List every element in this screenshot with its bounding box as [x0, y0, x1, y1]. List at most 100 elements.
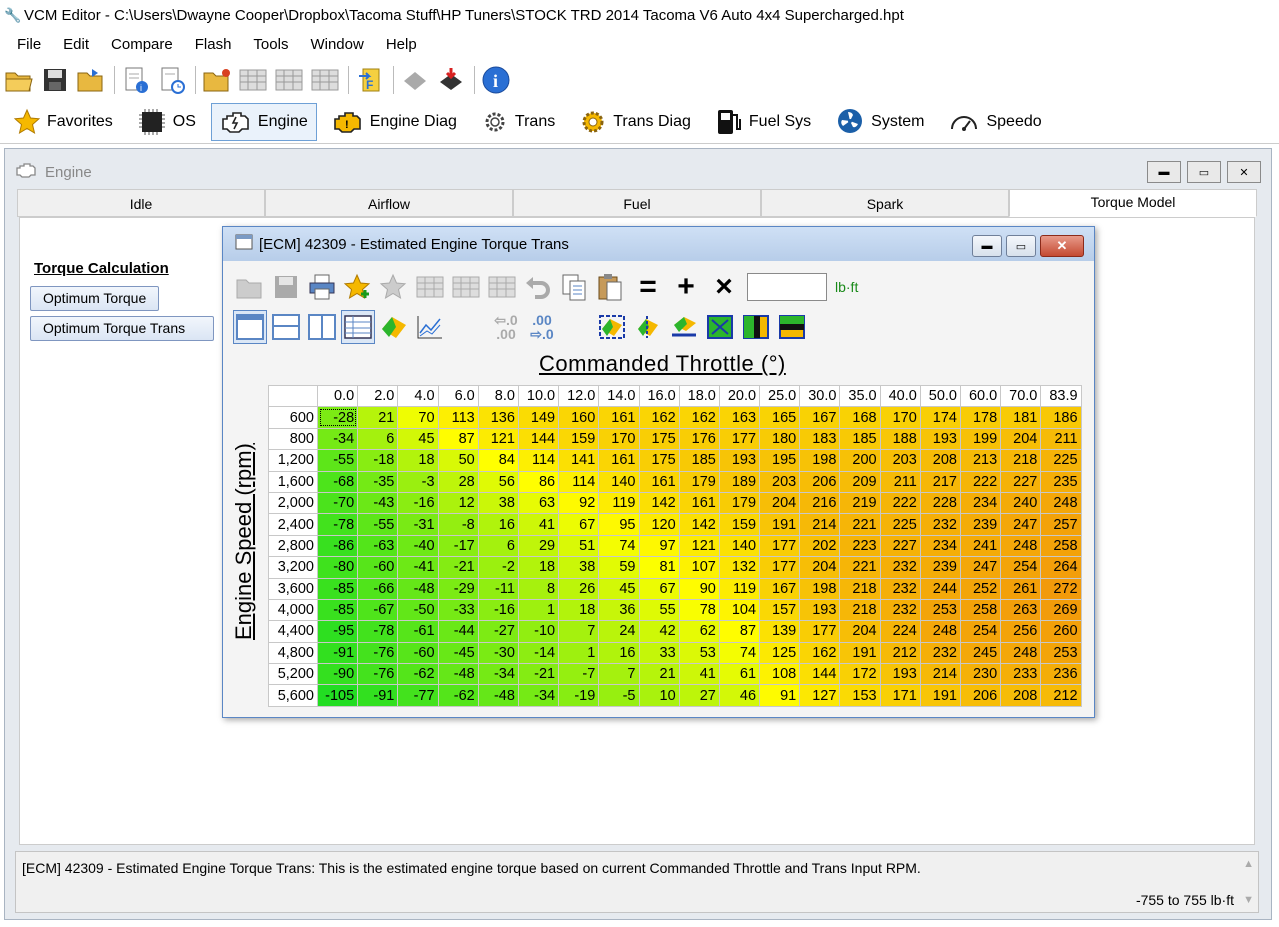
table-cell[interactable]: 227 [879, 534, 921, 558]
table-cell[interactable]: 258 [959, 598, 1002, 622]
table-cell[interactable]: 67 [558, 513, 600, 536]
table-cell[interactable]: 170 [598, 427, 640, 451]
decimals-decrease-icon[interactable]: ⇦.0.00 [489, 310, 523, 344]
table-cell[interactable]: 177 [759, 556, 801, 579]
interpolate-icon[interactable] [667, 310, 701, 344]
table-cell[interactable]: 142 [678, 513, 720, 536]
table-cell[interactable]: 63 [517, 491, 560, 515]
table-cell[interactable]: 223 [839, 534, 881, 558]
table-cell[interactable]: -60 [357, 556, 399, 579]
close-button[interactable]: ✕ [1227, 161, 1261, 183]
table-cell[interactable]: -85 [316, 598, 359, 622]
table-cell[interactable]: 70 [397, 406, 439, 429]
table-cell[interactable]: 206 [799, 470, 841, 493]
table-cell[interactable]: 92 [558, 491, 600, 515]
table-view-icon[interactable] [341, 310, 375, 344]
table-cell[interactable]: 212 [879, 641, 921, 665]
tab-fuel[interactable]: Fuel [513, 189, 761, 217]
table-cell[interactable]: 41 [517, 513, 560, 536]
table-cell[interactable]: 214 [799, 513, 841, 536]
row-header[interactable]: 4,000 [268, 598, 318, 622]
read-vehicle-icon[interactable] [398, 63, 432, 97]
column-header[interactable]: 14.0 [598, 384, 640, 408]
table-cell[interactable]: 121 [678, 534, 720, 558]
row-header[interactable]: 3,600 [268, 577, 318, 600]
table-cell[interactable]: 144 [517, 427, 560, 451]
column-header[interactable]: 83.9 [1040, 384, 1082, 408]
table-cell[interactable]: 139 [759, 620, 801, 643]
table-cell[interactable]: 261 [1000, 577, 1042, 600]
column-header[interactable]: 70.0 [1000, 384, 1042, 408]
table-cell[interactable]: 27 [678, 684, 720, 707]
table-cell[interactable]: 162 [799, 641, 841, 665]
table-cell[interactable]: 257 [1040, 513, 1082, 536]
table-cell[interactable]: 198 [799, 577, 841, 600]
table-cell[interactable]: -27 [477, 620, 519, 643]
menu-compare[interactable]: Compare [100, 36, 184, 53]
table-cell[interactable]: 199 [959, 427, 1002, 451]
table-cell[interactable]: 18 [397, 449, 439, 472]
column-header[interactable]: 16.0 [638, 384, 680, 408]
table-cell[interactable]: 179 [678, 470, 720, 493]
table-cell[interactable]: 191 [759, 513, 801, 536]
smooth-icon[interactable] [631, 310, 665, 344]
table-cell[interactable]: 195 [759, 449, 801, 472]
table-cell[interactable]: 248 [1000, 534, 1042, 558]
table-cell[interactable]: -105 [316, 684, 359, 707]
table-cell[interactable]: 136 [477, 406, 519, 429]
table-cell[interactable]: 217 [919, 470, 962, 493]
table-cell[interactable]: 248 [919, 620, 962, 643]
table-cell[interactable]: -44 [437, 620, 479, 643]
table-cell[interactable]: 185 [678, 449, 720, 472]
table-cell[interactable]: 247 [1000, 513, 1042, 536]
table-cell[interactable]: 204 [839, 620, 881, 643]
table-cell[interactable]: -14 [517, 641, 560, 665]
table-cell[interactable]: 157 [759, 598, 801, 622]
optimum-torque-button[interactable]: Optimum Torque [30, 286, 160, 311]
table-cell[interactable]: -86 [316, 534, 359, 558]
table-cell[interactable]: 214 [919, 663, 962, 686]
table-cell[interactable]: 167 [759, 577, 801, 600]
table-cell[interactable]: 113 [437, 406, 479, 429]
table-cell[interactable]: 18 [517, 556, 560, 579]
table-cell[interactable]: -28 [316, 406, 359, 429]
open-recent-icon[interactable] [74, 63, 108, 97]
table-cell[interactable]: 204 [799, 556, 841, 579]
table-cell[interactable]: 107 [678, 556, 720, 579]
table-cell[interactable]: 211 [1040, 427, 1082, 451]
file-info-icon[interactable]: i [119, 63, 153, 97]
tab-idle[interactable]: Idle [17, 189, 265, 217]
table-cell[interactable]: -48 [397, 577, 439, 600]
scroll-down-icon[interactable]: ▼ [1243, 894, 1254, 906]
set-equal-icon[interactable]: = [629, 270, 667, 304]
table-cell[interactable]: 84 [477, 449, 519, 472]
add-icon[interactable]: + [667, 270, 705, 304]
table-cell[interactable]: 258 [1040, 534, 1082, 558]
table-cell[interactable]: -50 [397, 598, 439, 622]
add-favorite-icon[interactable] [341, 270, 375, 304]
row-header[interactable]: 800 [268, 427, 318, 451]
table-cell[interactable]: 159 [718, 513, 761, 536]
table-cell[interactable]: 228 [919, 491, 962, 515]
3d-surface-icon[interactable] [377, 310, 411, 344]
table-cell[interactable]: 230 [959, 663, 1002, 686]
table-cell[interactable]: 28 [437, 470, 479, 493]
table-cell[interactable]: 177 [759, 534, 801, 558]
nav-favorites[interactable]: Favorites [4, 103, 122, 141]
table-cell[interactable]: 46 [718, 684, 761, 707]
table-cell[interactable]: 36 [598, 598, 640, 622]
split-vertical-icon[interactable] [305, 310, 339, 344]
table-cell[interactable]: 41 [678, 663, 720, 686]
table-cell[interactable]: 55 [638, 598, 680, 622]
table-cell[interactable]: 120 [638, 513, 680, 536]
table-cell[interactable]: -67 [357, 598, 399, 622]
table-cell[interactable]: 1 [558, 641, 600, 665]
table-cell[interactable]: 209 [839, 470, 881, 493]
table-grid-icon[interactable] [308, 63, 342, 97]
column-header[interactable]: 12.0 [558, 384, 600, 408]
table-cell[interactable]: 176 [678, 427, 720, 451]
tab-torque-model[interactable]: Torque Model [1009, 189, 1257, 217]
table-cell[interactable]: -70 [316, 491, 359, 515]
table-cell[interactable]: -8 [437, 513, 479, 536]
menu-flash[interactable]: Flash [184, 36, 243, 53]
